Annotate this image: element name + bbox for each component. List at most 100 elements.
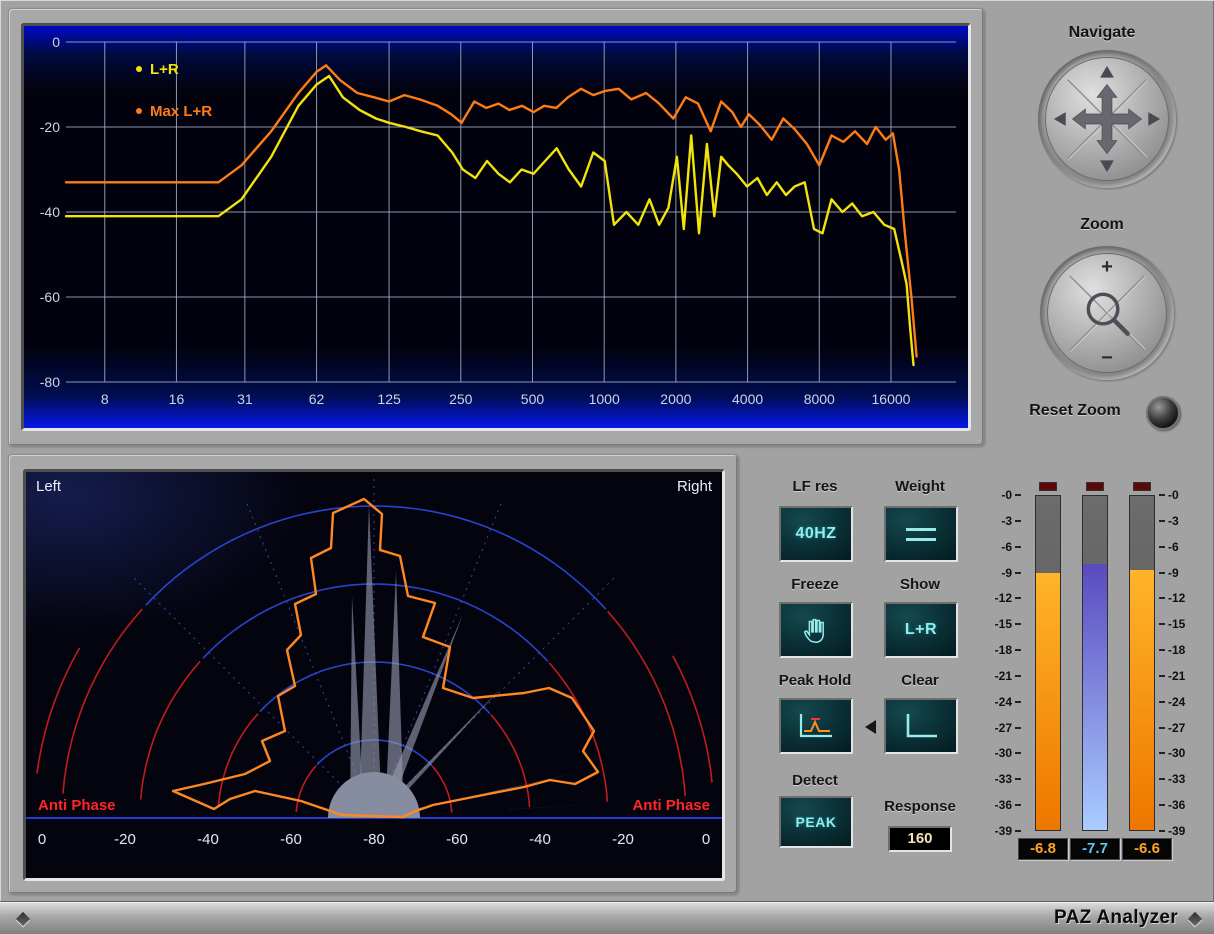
legend-label: L+R	[150, 61, 179, 78]
navigate-pad-well	[1038, 50, 1176, 188]
clear-label: Clear	[877, 672, 963, 689]
polar-arc	[63, 609, 142, 793]
x-tick-label: 2000	[660, 391, 691, 407]
meter-bar-left	[1035, 495, 1061, 831]
polar-radial-line	[247, 503, 356, 772]
x-tick-label: 62	[309, 391, 325, 407]
meter-readout-mid: -7.7	[1070, 838, 1120, 860]
controls-panel: LF res Weight 40HZ Freeze Show L+R Peak …	[738, 454, 1214, 896]
weight-button[interactable]	[884, 506, 958, 562]
polar-right-label: Right	[677, 478, 712, 495]
polar-left-label: Left	[36, 478, 61, 495]
y-tick-label: -80	[40, 374, 60, 390]
clip-led-right	[1133, 482, 1151, 491]
x-tick-label: 8	[101, 391, 109, 407]
meter-scale-label: -0	[981, 489, 1021, 501]
peak-hold-button[interactable]	[779, 698, 853, 754]
meter-scale-label: -6	[981, 541, 1021, 553]
peak-hold-select-arrow	[865, 720, 876, 734]
navigate-pad[interactable]	[1045, 57, 1169, 181]
show-label: Show	[877, 576, 963, 593]
phase-chart: 0-20-40-60-80-60-40-200	[26, 472, 722, 878]
polar-tick-label: -20	[612, 831, 634, 848]
polar-tick-label: 0	[702, 831, 710, 848]
meter-scale-label: -15	[981, 618, 1021, 630]
legend-label: Max L+R	[150, 103, 212, 120]
meter-scale-label: -3	[981, 515, 1021, 527]
antiphase-label-right: Anti Phase	[632, 797, 710, 814]
clip-led-mid	[1086, 482, 1104, 491]
meter-scale-label: -9	[1159, 567, 1199, 579]
meter-scale-label: -6	[1159, 541, 1199, 553]
freeze-hand-icon	[799, 613, 833, 647]
clip-led-left	[1039, 482, 1057, 491]
legend-bullet-icon	[136, 66, 142, 72]
meter-scale-label: -15	[1159, 618, 1199, 630]
freeze-button[interactable]	[779, 602, 853, 658]
meter-scale-label: -12	[981, 592, 1021, 604]
meter-scale-label: -3	[1159, 515, 1199, 527]
x-tick-label: 16	[169, 391, 185, 407]
response-value[interactable]: 160	[888, 826, 952, 852]
x-tick-label: 1000	[589, 391, 620, 407]
title-bar: PAZ Analyzer	[0, 901, 1214, 934]
x-tick-label: 500	[521, 391, 545, 407]
spectrum-panel: 81631621252505001000200040008000160000-2…	[8, 8, 984, 446]
polar-tick-label: -60	[446, 831, 468, 848]
lf-res-button[interactable]: 40HZ	[779, 506, 853, 562]
show-button[interactable]: L+R	[884, 602, 958, 658]
detect-button[interactable]: PEAK	[779, 796, 853, 848]
weight-icon	[906, 528, 936, 541]
spectrum-display: 81631621252505001000200040008000160000-2…	[21, 23, 971, 431]
x-tick-label: 250	[449, 391, 473, 407]
phase-display: 0-20-40-60-80-60-40-200 Left Right Anti …	[23, 469, 725, 881]
navigate-arrows-icon	[1046, 58, 1168, 180]
paz-analyzer-window: 81631621252505001000200040008000160000-2…	[0, 0, 1214, 934]
legend-item: Max L+R	[136, 98, 212, 124]
legend-bullet-icon	[136, 108, 142, 114]
diamond-icon-right	[1188, 912, 1202, 926]
zoom-pad[interactable]: + −	[1047, 253, 1167, 373]
show-value: L+R	[905, 621, 937, 639]
zoom-in-button[interactable]: +	[1048, 256, 1166, 279]
polar-radial-line	[134, 578, 339, 783]
energy-spike	[359, 504, 382, 818]
meter-scale-label: -33	[981, 773, 1021, 785]
polar-tick-label: -40	[197, 831, 219, 848]
polar-arc	[141, 661, 200, 799]
meter-scale-label: -9	[981, 567, 1021, 579]
freeze-label: Freeze	[772, 576, 858, 593]
meter-scale-label: -33	[1159, 773, 1199, 785]
detect-value: PEAK	[796, 814, 837, 830]
meter-bar-right	[1129, 495, 1155, 831]
meter-scale-label: -30	[1159, 747, 1199, 759]
meter-scale-label: -27	[1159, 722, 1199, 734]
polar-arc	[37, 648, 80, 774]
meter-scale-label: -36	[981, 799, 1021, 811]
polar-arc	[203, 584, 548, 661]
meter-scale-label: -24	[1159, 696, 1199, 708]
meter-readout-right: -6.6	[1122, 838, 1172, 860]
peak-hold-label: Peak Hold	[762, 672, 868, 689]
polar-tick-label: -40	[529, 831, 551, 848]
reset-zoom-button[interactable]	[1146, 396, 1180, 430]
zoom-out-button[interactable]: −	[1048, 347, 1166, 370]
meter-fill	[1083, 564, 1107, 830]
meter-scale-label: -39	[981, 825, 1021, 837]
meter-scale-label: -27	[981, 722, 1021, 734]
navigate-label: Navigate	[1032, 24, 1172, 42]
y-tick-label: -20	[40, 119, 60, 135]
clear-button[interactable]	[884, 698, 958, 754]
weight-label: Weight	[877, 478, 963, 495]
x-tick-label: 125	[377, 391, 401, 407]
polar-tick-label: 0	[38, 831, 46, 848]
polar-tick-label: -60	[280, 831, 302, 848]
meter-scale-label: -18	[981, 644, 1021, 656]
polar-arc	[146, 506, 606, 609]
polar-tick-label: -20	[114, 831, 136, 848]
meter-scale-label: -24	[981, 696, 1021, 708]
y-tick-label: -60	[40, 289, 60, 305]
response-label: Response	[870, 798, 970, 815]
peak-hold-graph-icon	[795, 710, 837, 742]
polar-arc	[673, 656, 712, 783]
